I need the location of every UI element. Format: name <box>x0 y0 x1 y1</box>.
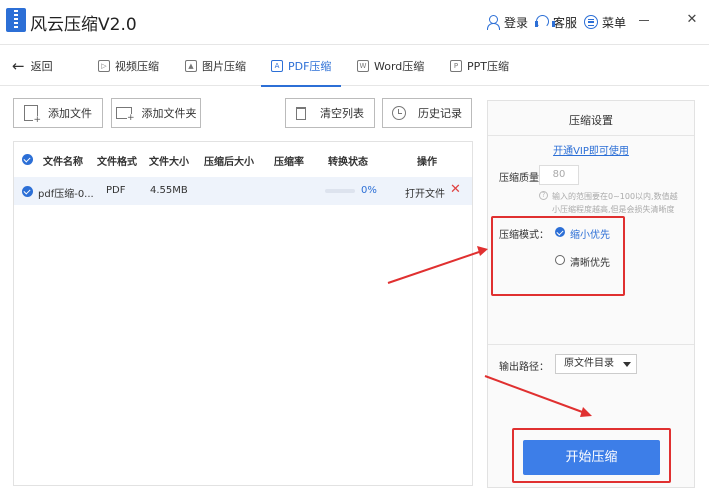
back-button[interactable]: ← 返回 <box>12 58 53 74</box>
vip-link[interactable]: 开通VIP即可使用 <box>488 142 694 157</box>
clear-list-label: 清空列表 <box>320 107 364 120</box>
add-file-icon <box>24 105 41 124</box>
output-path-select[interactable]: 原文件目录 <box>555 354 637 374</box>
menu-icon <box>584 15 598 29</box>
open-file-link[interactable]: 打开文件 <box>405 185 445 200</box>
select-all-checkbox[interactable] <box>22 154 33 165</box>
add-folder-label: 添加文件夹 <box>141 107 197 120</box>
column-header: 压缩率 <box>274 157 304 168</box>
tab-label: Word压缩 <box>374 60 425 73</box>
add-folder-icon <box>115 107 135 122</box>
divider <box>488 344 694 345</box>
headset-icon <box>535 15 555 29</box>
column-header: 文件名称 <box>43 157 83 168</box>
app-logo-icon <box>6 8 26 32</box>
conversion-status: 0% <box>361 185 377 196</box>
divider <box>488 135 694 136</box>
annotation-box-start <box>512 428 671 483</box>
login-label: 登录 <box>504 15 529 30</box>
tab-label: 视频压缩 <box>115 60 159 73</box>
output-path-value: 原文件目录 <box>564 358 614 369</box>
user-icon <box>486 15 500 30</box>
nav-bar: ← 返回 ▷ 视频压缩 ▲ 图片压缩 A PDF压缩 W Word压缩 P PP… <box>0 44 709 87</box>
column-header: 转换状态 <box>328 157 368 168</box>
file-format: PDF <box>106 185 126 196</box>
tab-video[interactable]: ▷ 视频压缩 <box>98 58 159 74</box>
annotation-box-mode <box>491 216 625 296</box>
back-arrow-icon: ← <box>12 57 25 75</box>
menu-button[interactable]: 菜单 <box>584 14 626 30</box>
file-name: pdf压缩-0... <box>38 189 94 200</box>
chevron-down-icon <box>623 362 631 367</box>
add-file-label: 添加文件 <box>48 107 92 120</box>
hint-line: 输入的范围要在0~100以内,数值越 <box>552 192 678 201</box>
file-table: 文件名称 文件格式 文件大小 压缩后大小 压缩率 转换状态 操作 pdf压缩-0… <box>13 141 473 486</box>
tab-ppt[interactable]: P PPT压缩 <box>450 58 509 74</box>
help-icon: ? <box>539 191 548 200</box>
tab-label: 图片压缩 <box>202 60 246 73</box>
history-button[interactable]: 历史记录 <box>382 98 472 128</box>
close-icon: ✕ <box>686 12 698 27</box>
image-icon: ▲ <box>185 60 197 72</box>
video-icon: ▷ <box>98 60 110 72</box>
back-label: 返回 <box>30 60 53 73</box>
quality-hint: 输入的范围要在0~100以内,数值越 小压缩程度越高,但是会损失清晰度 <box>552 190 694 216</box>
output-label: 输出路径： <box>499 362 549 373</box>
history-label: 历史记录 <box>418 107 462 120</box>
table-header: 文件名称 文件格式 文件大小 压缩后大小 压缩率 转换状态 操作 <box>14 142 472 176</box>
minimize-icon <box>639 20 649 22</box>
pdf-icon: A <box>271 60 283 72</box>
tab-label: PDF压缩 <box>288 60 332 73</box>
column-header: 文件大小 <box>149 157 189 168</box>
column-header: 压缩后大小 <box>204 157 254 168</box>
clear-list-button[interactable]: 清空列表 <box>285 98 375 128</box>
title-bar: 风云压缩V2.0 登录 客服 菜单 ✕ <box>0 0 709 42</box>
service-label: 客服 <box>553 15 578 30</box>
add-folder-button[interactable]: 添加文件夹 <box>111 98 201 128</box>
close-button[interactable]: ✕ <box>684 12 700 28</box>
column-header: 文件格式 <box>97 157 137 168</box>
tab-word[interactable]: W Word压缩 <box>357 58 424 74</box>
file-size: 4.55MB <box>150 185 188 196</box>
tab-label: PPT压缩 <box>467 60 509 73</box>
quality-input[interactable]: 80 <box>539 165 579 185</box>
table-row[interactable]: pdf压缩-0... PDF 4.55MB 0% 打开文件 ✕ <box>14 177 472 205</box>
tab-image[interactable]: ▲ 图片压缩 <box>185 58 246 74</box>
hint-line: 小压缩程度越高,但是会损失清晰度 <box>552 205 675 214</box>
add-file-button[interactable]: 添加文件 <box>13 98 103 128</box>
app-title: 风云压缩V2.0 <box>30 15 137 35</box>
login-button[interactable]: 登录 <box>486 14 528 30</box>
menu-label: 菜单 <box>602 15 627 30</box>
trash-icon <box>296 106 306 120</box>
minimize-button[interactable] <box>636 12 652 28</box>
column-header: 操作 <box>417 157 437 168</box>
settings-title: 压缩设置 <box>569 114 613 127</box>
service-button[interactable]: 客服 <box>535 14 577 30</box>
active-tab-indicator <box>261 85 341 87</box>
word-icon: W <box>357 60 369 72</box>
row-checkbox[interactable] <box>22 186 33 197</box>
clock-icon <box>392 106 406 120</box>
tab-pdf[interactable]: A PDF压缩 <box>271 58 331 74</box>
progress-bar <box>325 189 355 193</box>
ppt-icon: P <box>450 60 462 72</box>
delete-icon[interactable]: ✕ <box>450 182 461 197</box>
